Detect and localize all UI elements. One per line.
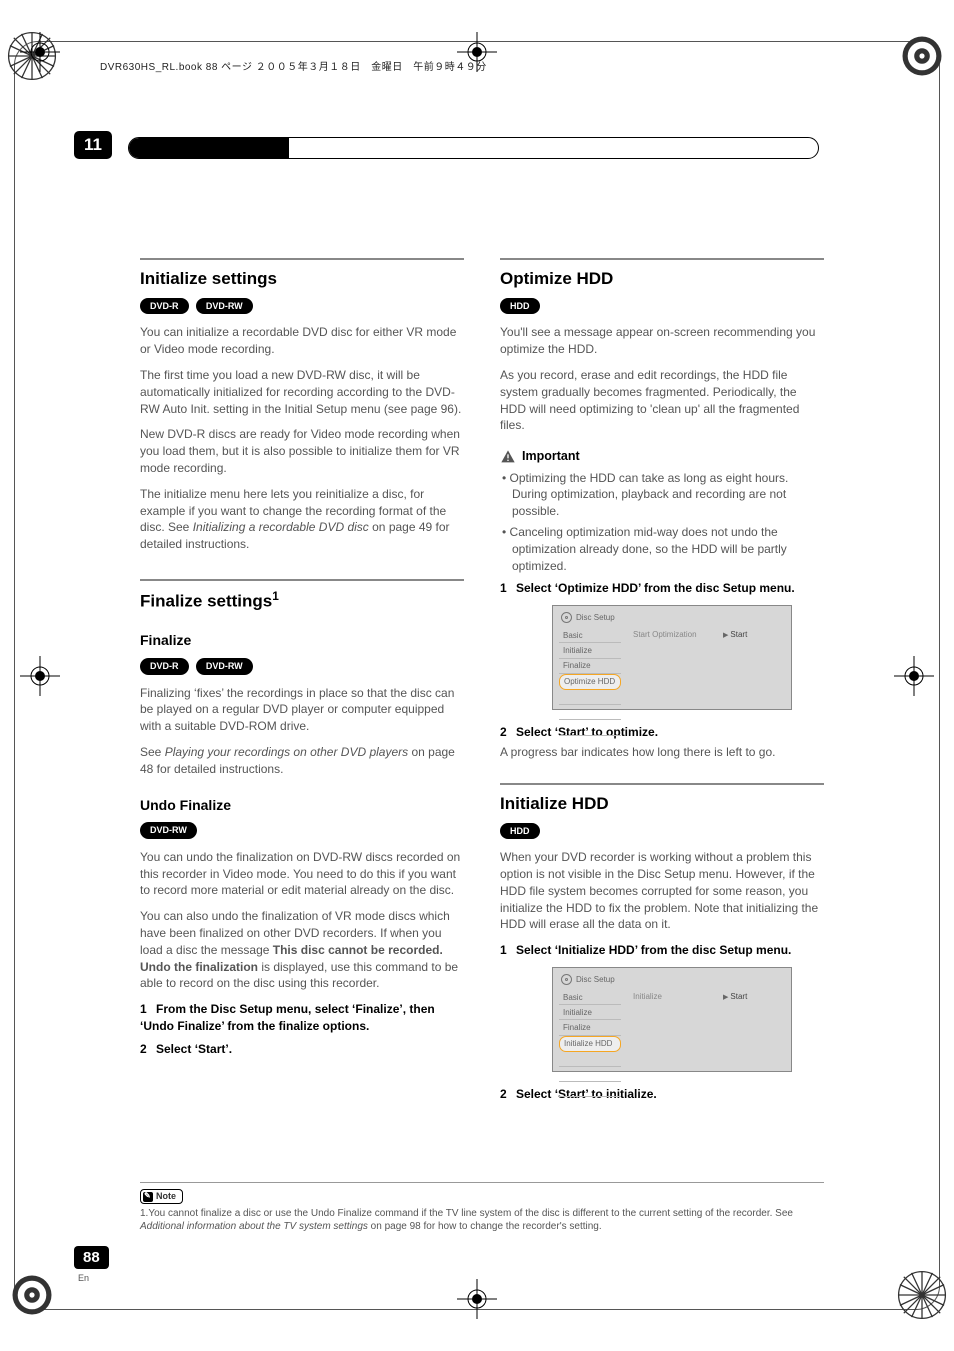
osd-item-selected: Initialize HDD — [559, 1036, 621, 1052]
osd-screenshot-optimize: Disc Setup Basic Initialize Finalize Opt… — [552, 605, 792, 710]
body-text: Finalizing ‘fixes’ the recordings in pla… — [140, 685, 464, 735]
body-text: You can also undo the finalization of VR… — [140, 908, 464, 992]
right-column: Optimize HDD HDD You'll see a message ap… — [500, 254, 824, 1181]
osd-item: Finalize — [559, 659, 621, 674]
body-text: As you record, erase and edit recordings… — [500, 367, 824, 434]
heading-initialize-hdd: Initialize HDD — [500, 792, 824, 816]
osd-item-empty — [559, 1082, 621, 1097]
pencil-icon — [143, 1192, 153, 1202]
disc-icon — [561, 974, 572, 985]
osd-item-empty — [559, 1067, 621, 1082]
badge-dvd-r: DVD-R — [140, 298, 189, 315]
step-2: 2Select ‘Start’ to initialize. — [500, 1086, 824, 1103]
osd-item: Initialize — [559, 1005, 621, 1020]
subheading-finalize: Finalize — [140, 631, 464, 651]
osd-item-empty — [559, 705, 621, 720]
chapter-header: 11 The Disc Setup menu — [0, 134, 819, 160]
badge-dvd-rw: DVD-RW — [140, 822, 197, 839]
osd-item: Finalize — [559, 1020, 621, 1035]
badge-hdd: HDD — [500, 298, 540, 315]
badge-dvd-r: DVD-R — [140, 658, 189, 675]
osd-screenshot-initialize: Disc Setup Basic Initialize Finalize Ini… — [552, 967, 792, 1072]
subheading-undo-finalize: Undo Finalize — [140, 796, 464, 816]
body-text: The initialize menu here lets you reinit… — [140, 486, 464, 553]
osd-item: Basic — [559, 628, 621, 643]
registration-mark-icon — [894, 656, 934, 696]
body-text: A progress bar indicates how long there … — [500, 744, 824, 761]
bullet-item: Canceling optimization mid-way does not … — [512, 524, 824, 574]
corner-ornament-icon — [896, 30, 948, 82]
osd-start-label: Start — [723, 629, 747, 641]
bullet-item: Optimizing the HDD can take as long as e… — [512, 470, 824, 520]
corner-ornament-icon — [6, 1269, 58, 1321]
registration-mark-icon — [457, 1279, 497, 1319]
badge-dvd-rw: DVD-RW — [196, 298, 253, 315]
badge-row: DVD-R DVD-RW — [140, 297, 464, 315]
body-text: When your DVD recorder is working withou… — [500, 849, 824, 933]
step-1: 1From the Disc Setup menu, select ‘Final… — [140, 1001, 464, 1035]
heading-optimize-hdd: Optimize HDD — [500, 267, 824, 291]
corner-ornament-icon — [896, 1269, 948, 1321]
body-text: See Playing your recordings on other DVD… — [140, 744, 464, 778]
step-2: 2Select ‘Start’. — [140, 1041, 464, 1058]
important-callout: Important — [500, 448, 824, 466]
footnote-text: 1.You cannot finalize a disc or use the … — [140, 1207, 824, 1233]
osd-start-label: Start — [723, 991, 747, 1003]
warning-icon — [500, 449, 516, 465]
heading-finalize-settings: Finalize settings1 — [140, 588, 464, 613]
osd-item-empty — [559, 690, 621, 705]
osd-item-empty — [559, 1052, 621, 1067]
heading-initialize-settings: Initialize settings — [140, 267, 464, 291]
note-label: Note — [140, 1189, 183, 1204]
step-1: 1Select ‘Optimize HDD’ from the disc Set… — [500, 580, 824, 597]
chapter-title: The Disc Setup menu — [139, 139, 286, 159]
registration-mark-icon — [20, 656, 60, 696]
badge-row: DVD-R DVD-RW — [140, 657, 464, 675]
osd-mid-label: Start Optimization — [633, 629, 697, 640]
badge-row: DVD-RW — [140, 821, 464, 839]
chapter-title-pill: The Disc Setup menu — [128, 137, 819, 159]
osd-item-empty — [559, 720, 621, 735]
osd-item: Initialize — [559, 643, 621, 658]
page-language: En — [78, 1273, 89, 1283]
footnote-area: Note 1.You cannot finalize a disc or use… — [140, 1182, 824, 1233]
step-1: 1Select ‘Initialize HDD’ from the disc S… — [500, 942, 824, 959]
registration-mark-icon — [20, 32, 60, 72]
badge-dvd-rw: DVD-RW — [196, 658, 253, 675]
disc-icon — [561, 612, 572, 623]
body-text: The first time you load a new DVD-RW dis… — [140, 367, 464, 417]
body-text: You can initialize a recordable DVD disc… — [140, 324, 464, 358]
badge-hdd: HDD — [500, 823, 540, 840]
page-number: 88 — [74, 1246, 109, 1269]
left-column: Initialize settings DVD-R DVD-RW You can… — [140, 254, 464, 1181]
body-text: You can undo the finalization on DVD-RW … — [140, 849, 464, 899]
osd-item: Basic — [559, 990, 621, 1005]
chapter-number: 11 — [74, 131, 112, 159]
osd-item-selected: Optimize HDD — [559, 674, 621, 690]
osd-mid-label: Initialize — [633, 991, 662, 1002]
divider — [140, 1182, 824, 1183]
body-text: New DVD-R discs are ready for Video mode… — [140, 426, 464, 476]
step-2: 2Select ‘Start’ to optimize. — [500, 724, 824, 741]
body-text: You'll see a message appear on-screen re… — [500, 324, 824, 358]
doc-header-strip: DVR630HS_RL.book 88 ページ ２００５年３月１８日 金曜日 午… — [100, 58, 487, 73]
